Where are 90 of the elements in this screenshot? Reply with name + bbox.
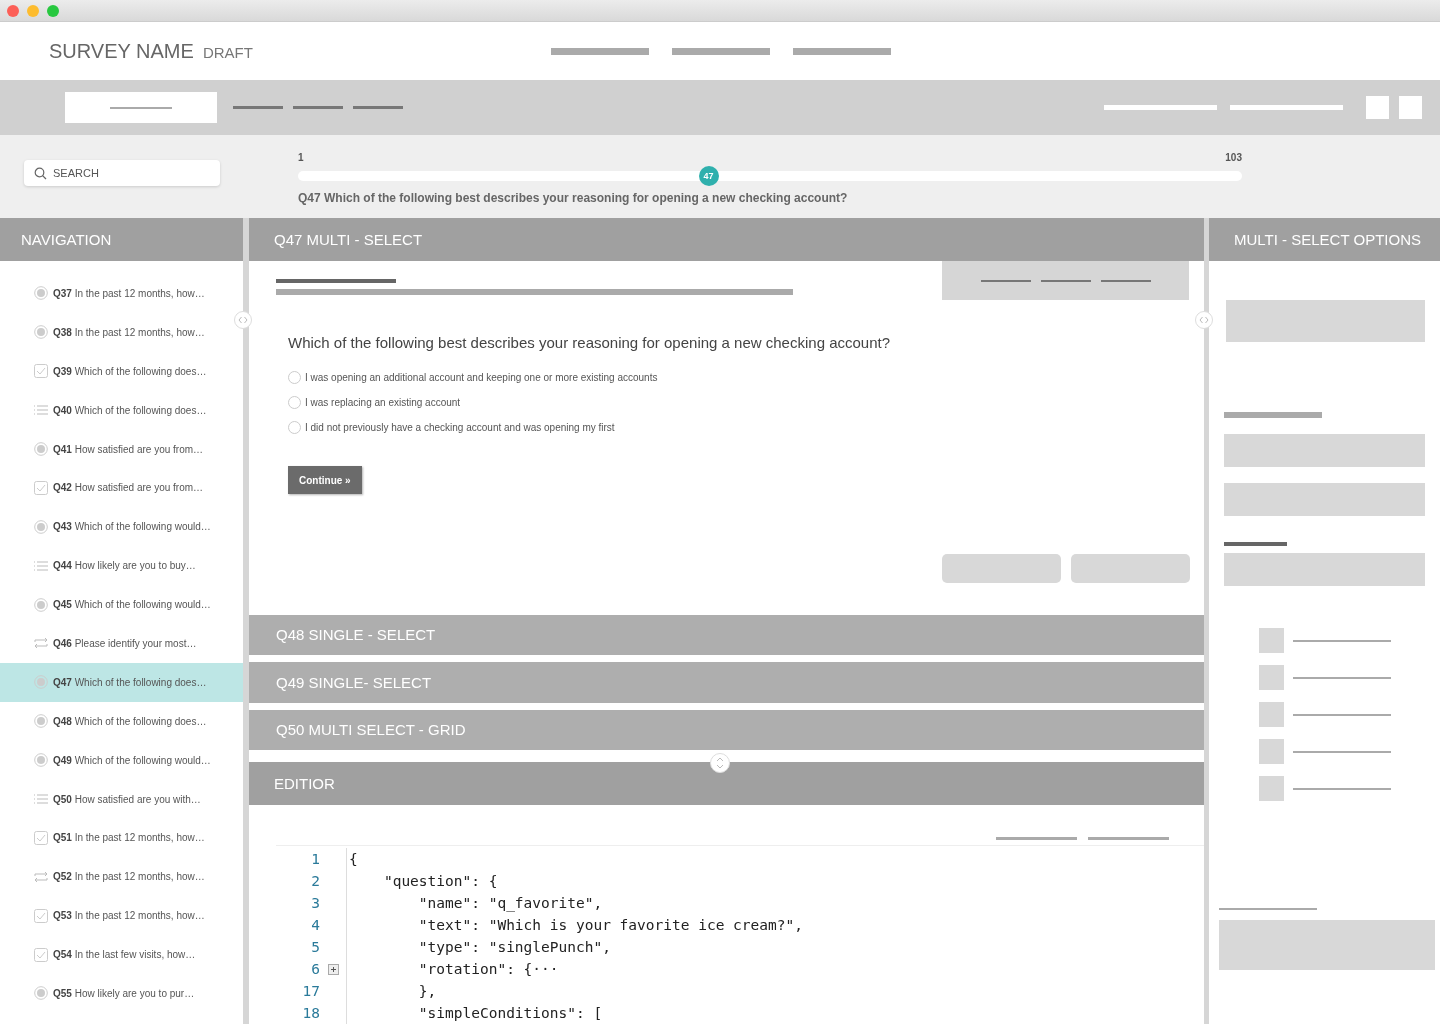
placeholder-square xyxy=(1259,702,1284,727)
nav-item[interactable]: Q48 Which of the following does… xyxy=(0,701,243,741)
loop-icon xyxy=(34,869,48,884)
nav-item[interactable]: Q40 Which of the following does… xyxy=(0,390,243,430)
maximize-icon[interactable] xyxy=(47,4,59,17)
current-question: Q47 Which of the following best describes your reasoning for opening a new checking account? xyxy=(298,191,849,205)
survey-status: DRAFT xyxy=(202,44,253,61)
placeholder-bar xyxy=(1224,542,1287,546)
resize-handle-icon[interactable] xyxy=(234,311,252,329)
line-number: 6 xyxy=(310,961,320,977)
code-line: "question": { xyxy=(346,870,498,892)
code-line: }, xyxy=(346,980,437,1002)
continue-button[interactable]: Continue » xyxy=(288,466,362,494)
placeholder-line xyxy=(233,106,283,109)
loop-icon xyxy=(34,636,48,651)
line-number: 1 xyxy=(310,851,320,867)
nav-item[interactable]: Q51 In the past 12 months, how… xyxy=(0,818,243,858)
code-line: "type": "singlePunch", xyxy=(346,936,611,958)
nav-item[interactable]: Q55 How likely are you to pur… xyxy=(0,974,243,1013)
checkbox-icon xyxy=(34,830,48,845)
radio-icon xyxy=(34,753,48,768)
radio-icon xyxy=(34,597,48,612)
code-editor[interactable]: 1 { 2 "question": { 3 "name": "q_favorite", 4 "text": "Which is your favorite ice cream?", 5 "type": "singlePunch", 6 "rotation": {··· 17 }, 18 "simpleConditions": [ xyxy=(276,845,1204,1024)
nav-item[interactable]: Q49 Which of the following would… xyxy=(0,740,243,780)
survey-name: SURVEY NAME xyxy=(49,39,194,63)
resize-handle-icon[interactable] xyxy=(710,753,730,773)
nav-item[interactable]: Q45 Which of the following would… xyxy=(0,585,243,624)
nav-item[interactable]: Q39 Which of the following does… xyxy=(0,351,243,391)
panel-header: MULTI - SELECT OPTIONS xyxy=(1209,218,1440,261)
placeholder-button[interactable] xyxy=(942,553,1061,583)
line-number: 5 xyxy=(310,939,320,955)
checkbox-icon xyxy=(34,480,48,495)
option-label: I was replacing an existing account xyxy=(305,397,461,408)
placeholder-square xyxy=(1259,776,1284,801)
close-icon[interactable] xyxy=(7,4,19,17)
nav-item[interactable]: Q42 How satisfied are you from… xyxy=(0,468,243,508)
panel-header: Q47 MULTI - SELECT xyxy=(249,218,1204,261)
list-icon xyxy=(34,403,48,418)
line-number: 4 xyxy=(310,917,320,933)
option-label: I was opening an additional account and keeping one or more existing accounts xyxy=(305,372,658,383)
expand-icon[interactable] xyxy=(327,963,339,975)
line-number: 2 xyxy=(310,873,320,889)
radio-icon xyxy=(34,325,48,340)
code-line: "name": "q_favorite", xyxy=(346,892,603,914)
placeholder-square[interactable] xyxy=(1366,96,1389,119)
nav-item[interactable]: Q50 How satisfied are you with… xyxy=(0,779,243,819)
option-label: I did not previously have a checking account and was opening my first xyxy=(305,422,615,433)
nav-item[interactable]: Q38 In the past 12 months, how… xyxy=(0,312,243,352)
minimize-icon[interactable] xyxy=(27,4,39,17)
range-start: 1 xyxy=(298,152,304,163)
placeholder-button[interactable] xyxy=(1071,553,1190,583)
radio-icon xyxy=(34,714,48,729)
checkbox-icon xyxy=(34,947,48,962)
radio-icon xyxy=(34,519,48,534)
nav-item[interactable]: Q54 In the last few visits, how… xyxy=(0,935,243,975)
code-line: "simpleConditions": [ xyxy=(346,1002,603,1024)
question-text: Which of the following best describes your reasoning for opening a new checking account? xyxy=(288,334,892,351)
range-end: 103 xyxy=(1225,152,1242,163)
panel-header: NAVIGATION xyxy=(0,218,243,261)
placeholder-square[interactable] xyxy=(1399,96,1422,119)
nav-item[interactable]: Q43 Which of the following would… xyxy=(0,507,243,547)
radio-icon xyxy=(34,675,48,690)
list-icon xyxy=(34,792,48,806)
nav-item[interactable]: Q44 How likely are you to buy… xyxy=(0,546,243,586)
search-icon xyxy=(34,167,47,180)
checkbox-icon xyxy=(34,908,48,923)
nav-item[interactable]: Q37 In the past 12 months, how… xyxy=(0,274,243,313)
nav-item[interactable]: Q41 How satisfied are you from… xyxy=(0,429,243,469)
nav-item[interactable]: Q47 Which of the following does… xyxy=(0,662,243,702)
nav-item[interactable]: Q46 Please identify your most… xyxy=(0,624,243,663)
nav-item[interactable]: Q52 In the past 12 months, how… xyxy=(0,857,243,897)
radio-icon xyxy=(34,286,48,301)
placeholder-square xyxy=(1259,628,1284,653)
checkbox-icon xyxy=(34,364,48,379)
code-line: "rotation": {··· xyxy=(346,958,559,980)
resize-handle-icon[interactable] xyxy=(1195,311,1213,329)
code-line: "text": "Which is your favorite ice cream?", xyxy=(346,914,803,936)
list-icon xyxy=(34,558,48,573)
radio-icon xyxy=(34,986,48,1001)
line-number: 18 xyxy=(301,1005,320,1021)
placeholder-line xyxy=(353,106,403,109)
placeholder-line xyxy=(293,106,343,109)
search-field[interactable]: SEARCH xyxy=(24,160,220,186)
nav-item[interactable]: Q53 In the past 12 months, how… xyxy=(0,896,243,936)
placeholder-square xyxy=(1259,739,1284,764)
radio-icon xyxy=(34,442,48,456)
code-line: { xyxy=(346,848,358,870)
line-number: 17 xyxy=(301,983,320,999)
placeholder-square xyxy=(1259,665,1284,690)
line-number: 3 xyxy=(310,895,320,911)
